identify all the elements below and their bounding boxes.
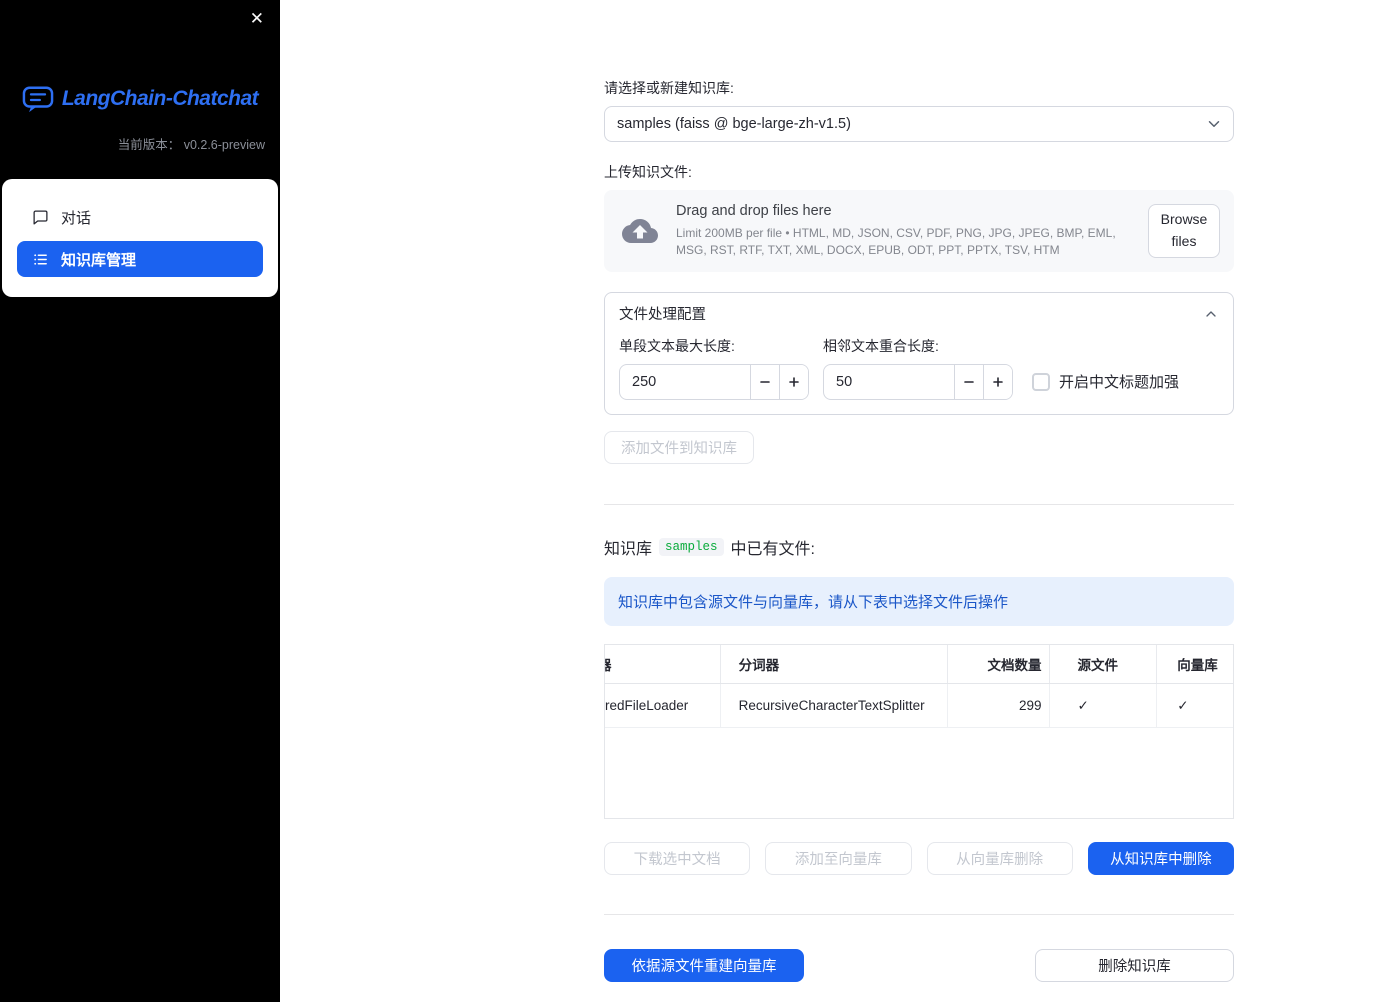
cell-splitter: RecursiveCharacterTextSplitter <box>719 684 947 727</box>
kb-management-row: 依据源文件重建向量库 删除知识库 <box>604 949 1234 982</box>
sidebar-close-icon[interactable]: ✕ <box>246 6 268 31</box>
chunk-size-value[interactable]: 250 <box>620 365 750 399</box>
chevron-down-icon <box>1205 115 1223 133</box>
files-table[interactable]: 器 分词器 文档数量 源文件 向量库 redFileLoader Recursi… <box>604 644 1234 819</box>
overlap-size-input[interactable]: 50 <box>823 364 1013 400</box>
overlap-size-increment-icon[interactable] <box>983 365 1012 399</box>
version-label: 当前版本： v0.2.6-preview <box>0 134 280 153</box>
kb-files-suffix: 中已有文件: <box>730 541 815 558</box>
zh-title-enhance-checkbox[interactable] <box>1032 372 1050 391</box>
add-to-vectorstore-button[interactable]: 添加至向量库 <box>765 842 912 875</box>
cell-loader: redFileLoader <box>605 698 689 713</box>
table-header-row: 器 分词器 文档数量 源文件 向量库 <box>605 645 1233 684</box>
dropzone-texts: Drag and drop files here Limit 200MB per… <box>676 203 1148 259</box>
chunk-size-label: 单段文本最大长度: <box>619 338 735 354</box>
expander-body: 单段文本最大长度: 250 相邻文本重合长度: 50 开启中文标题加强 <box>605 334 1233 414</box>
app-root: ✕ LangChain-Chatchat 当前版本： v0.2.6-previe… <box>0 0 1380 1002</box>
browse-files-button[interactable]: Browse files <box>1148 204 1220 258</box>
sidebar-item-knowledge-base[interactable]: 知识库管理 <box>17 241 263 277</box>
app-logo: LangChain-Chatchat <box>0 84 280 114</box>
version-prefix: 当前版本： <box>117 138 181 152</box>
zh-title-enhance-label: 开启中文标题加强 <box>1059 374 1180 391</box>
col-vector-store: 向量库 <box>1156 645 1233 683</box>
zh-title-enhance-group: 开启中文标题加强 <box>1032 371 1179 392</box>
chunk-size-input[interactable]: 250 <box>619 364 809 400</box>
sidebar-item-label: 知识库管理 <box>61 251 137 269</box>
divider <box>604 504 1234 505</box>
upload-label: 上传知识文件: <box>604 164 692 180</box>
overlap-size-value[interactable]: 50 <box>824 365 954 399</box>
cell-vector-check: ✓ <box>1156 684 1233 727</box>
kb-select[interactable]: samples (faiss @ bge-large-zh-v1.5) <box>604 106 1234 142</box>
overlap-size-decrement-icon[interactable] <box>954 365 983 399</box>
chunk-size-increment-icon[interactable] <box>779 365 808 399</box>
list-icon <box>32 251 49 268</box>
kb-files-heading: 知识库 samples 中已有文件: <box>604 535 1234 559</box>
file-dropzone[interactable]: Drag and drop files here Limit 200MB per… <box>604 190 1234 272</box>
file-config-expander: 文件处理配置 单段文本最大长度: 250 相邻文本重合长度: 50 开启中文标题… <box>604 292 1234 415</box>
delete-from-vectorstore-button[interactable]: 从向量库删除 <box>926 842 1073 875</box>
rebuild-vectorstore-button[interactable]: 依据源文件重建向量库 <box>604 949 804 982</box>
kb-select-value: samples (faiss @ bge-large-zh-v1.5) <box>617 116 851 132</box>
content-column: 请选择或新建知识库: samples (faiss @ bge-large-zh… <box>604 0 1234 982</box>
logo-text: LangChain-Chatchat <box>61 87 259 110</box>
logo-chat-icon <box>22 84 54 114</box>
col-splitter: 分词器 <box>719 645 947 683</box>
cell-source-check: ✓ <box>1049 684 1156 727</box>
drag-drop-text: Drag and drop files here <box>676 203 832 220</box>
col-loader-clipped: 器 <box>605 645 720 683</box>
chunk-size-decrement-icon[interactable] <box>750 365 779 399</box>
cloud-upload-icon <box>622 218 658 244</box>
sidebar-item-dialogue[interactable]: 对话 <box>17 199 263 235</box>
version-value: v0.2.6-preview <box>183 138 265 152</box>
kb-name-code: samples <box>659 538 724 556</box>
divider <box>604 914 1234 915</box>
cell-doc-count: 299 <box>946 684 1050 727</box>
main-content: 请选择或新建知识库: samples (faiss @ bge-large-zh… <box>280 0 1380 1002</box>
expander-title: 文件处理配置 <box>619 307 706 323</box>
download-selected-button[interactable]: 下载选中文档 <box>604 842 751 875</box>
col-source-file: 源文件 <box>1049 645 1156 683</box>
sidebar-item-label: 对话 <box>61 209 92 227</box>
sidebar-menu: 对话 知识库管理 <box>2 179 278 297</box>
chevron-up-icon <box>1203 306 1219 322</box>
sidebar: ✕ LangChain-Chatchat 当前版本： v0.2.6-previe… <box>0 0 280 1002</box>
chunk-size-group: 单段文本最大长度: 250 <box>619 336 809 400</box>
col-doc-count: 文档数量 <box>946 645 1050 683</box>
overlap-size-group: 相邻文本重合长度: 50 <box>823 336 1013 400</box>
table-row[interactable]: redFileLoader RecursiveCharacterTextSpli… <box>605 684 1233 728</box>
delete-from-kb-button[interactable]: 从知识库中删除 <box>1087 842 1234 875</box>
chat-bubble-icon <box>32 209 49 226</box>
overlap-size-label: 相邻文本重合长度: <box>823 338 939 354</box>
kb-select-label: 请选择或新建知识库: <box>604 80 734 96</box>
kb-files-prefix: 知识库 <box>604 541 653 558</box>
file-limit-text: Limit 200MB per file • HTML, MD, JSON, C… <box>676 226 1116 257</box>
add-files-button[interactable]: 添加文件到知识库 <box>604 431 754 464</box>
info-alert: 知识库中包含源文件与向量库，请从下表中选择文件后操作 <box>604 577 1234 626</box>
expander-header[interactable]: 文件处理配置 <box>605 293 1233 334</box>
delete-kb-button[interactable]: 删除知识库 <box>1035 949 1234 982</box>
file-actions-row: 下载选中文档 添加至向量库 从向量库删除 从知识库中删除 <box>604 842 1234 875</box>
